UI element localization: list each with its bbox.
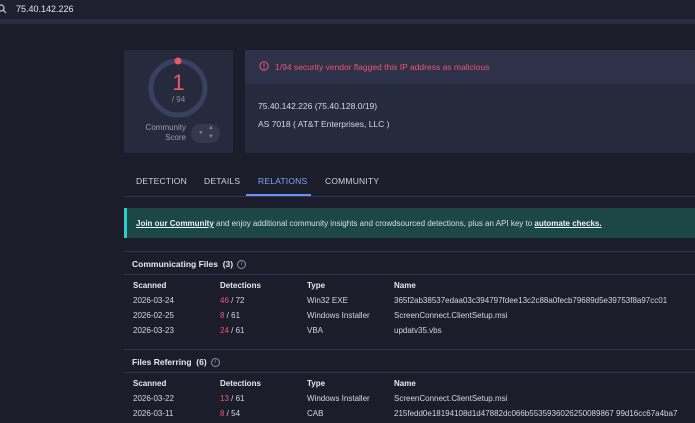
row-type: CAB [307, 409, 324, 418]
column-header-detections: Detections [220, 281, 261, 290]
column-header-name: Name [394, 379, 416, 388]
tab-detection[interactable]: DETECTION [136, 176, 187, 186]
search-bar[interactable]: 75.40.142.226 [0, 0, 695, 19]
community-score-label: Community Score [145, 123, 186, 142]
section-divider [124, 372, 695, 373]
row-type: Windows Installer [307, 394, 370, 403]
column-header-detections: Detections [220, 379, 261, 388]
row-file-name-link[interactable]: updatv35.vbs [394, 326, 442, 335]
upvote-icon[interactable]: ▲ [208, 125, 214, 131]
alert-icon [259, 61, 269, 71]
files-referring-section: Files Referring (6) i Scanned Detections … [124, 349, 695, 423]
column-header-type: Type [307, 281, 326, 290]
row-file-name-link[interactable]: ScreenConnect.ClientSetup.msi [394, 311, 507, 320]
search-divider [0, 19, 695, 24]
row-scanned: 2026-03-22 [133, 394, 174, 403]
section-divider [124, 274, 695, 275]
section-title: Files Referring (6) i [132, 357, 220, 368]
tab-relations[interactable]: RELATIONS [258, 176, 307, 186]
detected-count: 1 [172, 70, 185, 95]
tab-bar: DETECTION DETAILS RELATIONS COMMUNITY [124, 168, 695, 197]
row-file-name-link[interactable]: ScreenConnect.ClientSetup.msi [394, 394, 507, 403]
row-type: VBA [307, 326, 324, 335]
detections-total: / 61 [224, 311, 241, 320]
column-header-name: Name [394, 281, 416, 290]
detections-count: 46 [220, 296, 229, 305]
active-tab-indicator [246, 194, 311, 196]
row-file-name-link[interactable]: 215fedd0e18194108d1d47882dc066b553593602… [394, 409, 677, 418]
section-title-text: Files Referring [132, 357, 192, 367]
join-community-link[interactable]: Join our Community [136, 219, 214, 228]
row-scanned: 2026-02-25 [133, 311, 174, 320]
detections-total: / 61 [228, 394, 245, 403]
row-scanned: 2026-03-24 [133, 296, 174, 305]
info-icon[interactable]: i [210, 358, 220, 368]
as-owner-line: AS 7018 ( AT&T Enterprises, LLC ) [258, 119, 390, 129]
column-header-scanned: Scanned [133, 379, 167, 388]
downvote-icon[interactable]: ▼ [208, 134, 214, 140]
banner-message: and enjoy additional community insights … [213, 219, 535, 228]
total-engines: / 94 [171, 95, 186, 104]
row-scanned: 2026-03-23 [133, 326, 174, 335]
tab-community[interactable]: COMMUNITY [325, 176, 379, 186]
automate-checks-link[interactable]: automate checks. [534, 219, 601, 228]
row-detections: 13 / 61 [220, 394, 244, 403]
info-icon[interactable]: i [237, 260, 247, 270]
row-detections: 8 / 61 [220, 311, 240, 320]
communicating-files-section: Communicating Files (3) i Scanned Detecti… [124, 251, 695, 344]
detections-count: 13 [220, 394, 229, 403]
detections-count: 24 [220, 326, 229, 335]
detection-score-card: 1 / 94 Community Score ● ▲ ▼ [124, 50, 233, 153]
community-banner: Join our Community and enjoy additional … [124, 208, 695, 238]
vote-dot-icon: ● [199, 130, 203, 136]
detections-total: / 54 [224, 409, 241, 418]
alert-text: 1/94 security vendor flagged this IP add… [275, 62, 490, 72]
malicious-alert: 1/94 security vendor flagged this IP add… [245, 50, 695, 84]
community-vote-toggle[interactable]: ● ▲ ▼ [191, 124, 220, 143]
section-count: (3) [222, 259, 234, 269]
ip-address-line: 75.40.142.226 (75.40.128.0/19) [258, 101, 378, 111]
column-header-type: Type [307, 379, 326, 388]
row-scanned: 2026-03-11 [133, 409, 174, 418]
banner-text: Join our Community and enjoy additional … [136, 219, 602, 228]
row-type: Windows Installer [307, 311, 370, 320]
search-input[interactable]: 75.40.142.226 [16, 4, 74, 14]
detections-total: / 72 [228, 296, 245, 305]
tab-details[interactable]: DETAILS [204, 176, 240, 186]
ip-info-card: 1/94 security vendor flagged this IP add… [245, 50, 695, 153]
column-header-scanned: Scanned [133, 281, 167, 290]
search-icon[interactable] [0, 4, 7, 14]
row-detections: 24 / 61 [220, 326, 244, 335]
detections-total: / 61 [228, 326, 245, 335]
row-detections: 8 / 54 [220, 409, 240, 418]
section-title: Communicating Files (3) i [132, 259, 247, 270]
row-file-name-link[interactable]: 365f2ab38537edaa03c394797fdee13c2c88a0fe… [394, 296, 667, 305]
section-title-text: Communicating Files [132, 259, 218, 269]
section-count: (6) [196, 357, 207, 367]
row-detections: 46 / 72 [220, 296, 244, 305]
row-type: Win32 EXE [307, 296, 348, 305]
